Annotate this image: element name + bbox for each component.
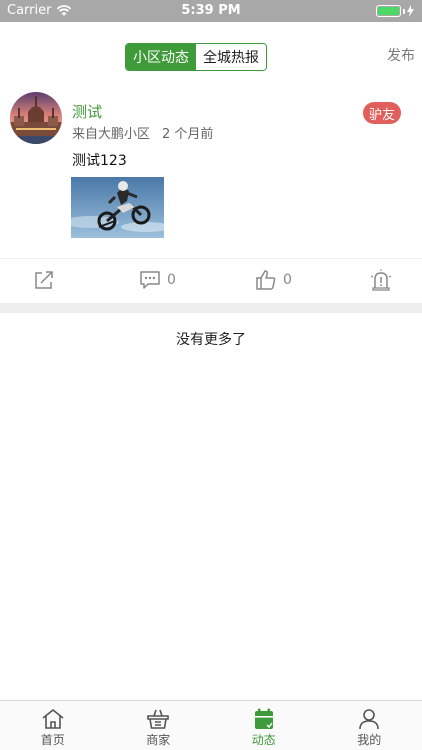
tab-profile[interactable]: 我的: [317, 701, 422, 750]
status-bar: Carrier 5:39 PM: [0, 0, 422, 22]
share-button[interactable]: [33, 269, 55, 291]
thumbs-up-icon: [256, 270, 276, 290]
category-tag: 驴友: [363, 102, 401, 124]
segmented-control: 小区动态 全城热报: [125, 43, 267, 71]
calendar-icon: [254, 708, 273, 729]
user-icon: [359, 709, 380, 730]
comment-icon: [140, 271, 160, 289]
bottom-tab-bar: 首页 商家 动态 我的: [0, 700, 422, 750]
share-icon: [35, 271, 53, 289]
post-source: 来自大鹏小区: [72, 127, 151, 142]
post-time: 2 个月前: [162, 127, 214, 142]
battery-indicator: [376, 5, 414, 17]
publish-button[interactable]: 发布: [387, 45, 415, 65]
section-divider: [0, 303, 422, 313]
clock: 5:39 PM: [181, 3, 241, 18]
tab-city-hot-news[interactable]: 全城热报: [196, 44, 266, 70]
alarm-icon: [370, 269, 392, 291]
comment-count: 0: [167, 272, 176, 288]
battery-icon: [376, 5, 401, 17]
post-image[interactable]: [71, 177, 164, 238]
tab-feed[interactable]: 动态: [211, 701, 317, 750]
top-navigation: 小区动态 全城热报 发布: [0, 22, 422, 88]
comment-button[interactable]: 0: [139, 269, 176, 291]
post-actions: 0 0: [0, 259, 422, 303]
tab-merchants[interactable]: 商家: [106, 701, 212, 750]
charging-bolt-icon: [407, 5, 414, 17]
post-username[interactable]: 测试: [72, 101, 102, 122]
tab-profile-label: 我的: [357, 733, 382, 747]
tab-merchants-label: 商家: [146, 733, 171, 747]
like-button[interactable]: 0: [255, 269, 292, 291]
avatar[interactable]: [10, 92, 62, 144]
list-end-label: 没有更多了: [176, 332, 246, 348]
shop-basket-icon: [147, 709, 170, 729]
post-meta: 来自大鹏小区 2 个月前: [72, 123, 213, 142]
post-content: 测试123: [72, 153, 127, 169]
tab-home[interactable]: 首页: [0, 701, 106, 750]
post-card: 测试 来自大鹏小区 2 个月前 驴友 测试123: [0, 88, 422, 258]
like-count: 0: [283, 272, 292, 288]
tab-home-label: 首页: [40, 733, 65, 747]
report-button[interactable]: [370, 269, 392, 291]
home-icon: [42, 709, 64, 729]
tab-community-news[interactable]: 小区动态: [126, 44, 196, 70]
tab-feed-label: 动态: [251, 733, 276, 747]
